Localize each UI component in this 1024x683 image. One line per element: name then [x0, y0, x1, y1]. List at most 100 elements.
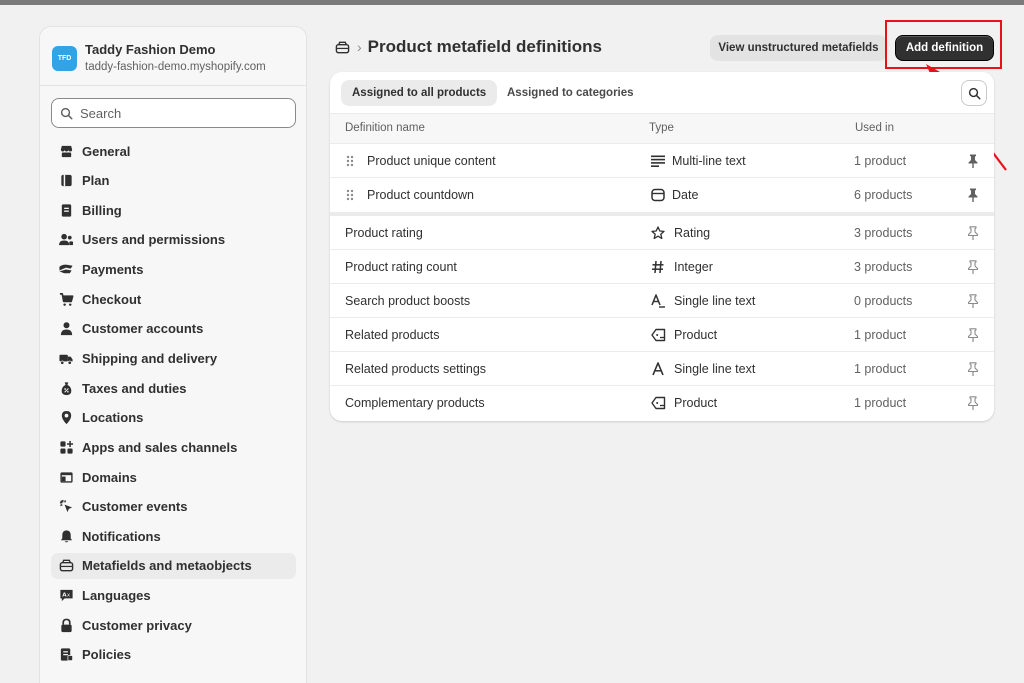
table-row[interactable]: Complementary products Product 1 product	[330, 386, 994, 420]
sidebar-item-customer-accounts[interactable]: Customer accounts	[51, 316, 296, 342]
text-list-icon	[650, 293, 666, 309]
used-in: 3 products	[854, 226, 913, 240]
globe-icon	[58, 469, 74, 485]
sidebar-item-taxes[interactable]: Taxes and duties	[51, 375, 296, 401]
sidebar-item-policies[interactable]: Policies	[51, 642, 296, 668]
definition-type: Date	[672, 188, 699, 202]
sidebar-item-label: Taxes and duties	[82, 380, 187, 396]
sidebar-item-notifications[interactable]: Notifications	[51, 523, 296, 549]
pin-outline-icon[interactable]	[965, 327, 981, 343]
sidebar-item-label: Users and permissions	[82, 232, 226, 248]
sidebar-item-users[interactable]: Users and permissions	[51, 227, 296, 253]
product-tag-icon	[650, 395, 666, 411]
store-avatar: TFD	[52, 46, 77, 71]
definition-name: Product unique content	[367, 154, 496, 168]
search-icon	[968, 87, 981, 100]
store-header[interactable]: TFD Taddy Fashion Demo taddy-fashion-dem…	[40, 27, 306, 86]
sidebar-item-label: Payments	[82, 262, 144, 278]
table-row[interactable]: Product unique content Multi-line text 1…	[330, 144, 994, 178]
apps-icon	[58, 439, 74, 455]
used-in: 6 products	[854, 188, 913, 202]
used-in: 1 product	[854, 396, 907, 410]
sidebar-item-languages[interactable]: Ax Languages	[51, 583, 296, 609]
tab-assigned-to-categories[interactable]: Assigned to categories	[496, 80, 645, 106]
sidebar-item-label: Metafields and metaobjects	[82, 558, 252, 574]
sidebar-item-general[interactable]: General	[51, 138, 296, 164]
table-row[interactable]: Product rating count Integer 3 products	[330, 250, 994, 284]
table-row[interactable]: Search product boosts Single line text 0…	[330, 284, 994, 318]
calendar-icon	[650, 187, 666, 203]
sidebar-item-label: Plan	[82, 173, 110, 189]
sidebar-item-label: Customer accounts	[82, 321, 204, 337]
definition-name: Product countdown	[367, 188, 475, 202]
used-in: 0 products	[854, 294, 913, 308]
definition-type: Multi-line text	[672, 154, 746, 168]
definitions-card: Assigned to all products Assigned to cat…	[330, 72, 994, 421]
column-header-type[interactable]: Type	[649, 122, 674, 134]
used-in: 1 product	[854, 154, 907, 168]
sidebar-item-customer-events[interactable]: Customer events	[51, 494, 296, 520]
breadcrumb: › Product metafield definitions	[335, 36, 602, 58]
person-icon	[58, 321, 74, 337]
used-in: 3 products	[854, 260, 913, 274]
definition-name: Related products	[345, 328, 440, 342]
table-row[interactable]: Related products settings Single line te…	[330, 352, 994, 386]
sidebar-item-payments[interactable]: Payments	[51, 257, 296, 283]
pin-outline-icon[interactable]	[965, 395, 981, 411]
table-row[interactable]: Related products Product 1 product	[330, 318, 994, 352]
sidebar-item-label: Shipping and delivery	[82, 350, 218, 366]
sidebar-item-shipping[interactable]: Shipping and delivery	[51, 345, 296, 371]
pin-outline-icon[interactable]	[965, 361, 981, 377]
text-icon	[650, 361, 666, 377]
policy-icon	[58, 647, 74, 663]
metafields-icon	[58, 558, 74, 574]
metafields-icon[interactable]	[335, 39, 351, 55]
sidebar-item-locations[interactable]: Locations	[51, 405, 296, 431]
tab-assigned-to-all-products[interactable]: Assigned to all products	[341, 80, 498, 106]
search-input[interactable]	[80, 104, 280, 122]
definition-name: Search product boosts	[345, 294, 471, 308]
sidebar-item-plan[interactable]: Plan	[51, 168, 296, 194]
table-row[interactable]: Product rating Rating 3 products	[330, 216, 994, 250]
definition-name: Complementary products	[345, 396, 485, 410]
drag-handle-icon[interactable]	[346, 155, 354, 167]
tax-icon	[58, 380, 74, 396]
view-unstructured-metafields-button[interactable]: View unstructured metafields	[710, 35, 887, 61]
drag-handle-icon[interactable]	[346, 189, 354, 201]
sidebar-item-billing[interactable]: Billing	[51, 197, 296, 223]
svg-text:x: x	[66, 593, 69, 599]
sidebar-item-checkout[interactable]: Checkout	[51, 286, 296, 312]
settings-sidebar: TFD Taddy Fashion Demo taddy-fashion-dem…	[39, 26, 307, 683]
sidebar-item-domains[interactable]: Domains	[51, 464, 296, 490]
multiline-text-icon	[650, 153, 666, 169]
store-domain: taddy-fashion-demo.myshopify.com	[85, 61, 266, 73]
column-header-definition-name[interactable]: Definition name	[345, 122, 425, 134]
sidebar-item-label: Domains	[82, 469, 137, 485]
sidebar-item-apps[interactable]: Apps and sales channels	[51, 434, 296, 460]
pin-filled-icon[interactable]	[965, 153, 981, 169]
definition-name: Product rating count	[345, 260, 457, 274]
pin-outline-icon[interactable]	[965, 293, 981, 309]
sidebar-item-label: Customer privacy	[82, 617, 192, 633]
pin-filled-icon[interactable]	[965, 187, 981, 203]
billing-icon	[58, 202, 74, 218]
definition-name: Product rating	[345, 226, 423, 240]
sidebar-item-metafields[interactable]: Metafields and metaobjects	[51, 552, 296, 579]
column-header-used-in[interactable]: Used in	[855, 122, 894, 134]
settings-search	[51, 98, 296, 128]
sidebar-item-label: General	[82, 143, 131, 159]
search-icon	[60, 107, 73, 120]
cart-icon	[58, 291, 74, 307]
store-name: Taddy Fashion Demo	[85, 42, 216, 57]
pin-outline-icon[interactable]	[965, 259, 981, 275]
store-icon	[58, 143, 74, 159]
pin-outline-icon[interactable]	[965, 225, 981, 241]
truck-icon	[58, 350, 74, 366]
table-row[interactable]: Product countdown Date 6 products	[330, 178, 994, 216]
product-tag-icon	[650, 327, 666, 343]
chevron-right-icon: ›	[357, 39, 362, 55]
sidebar-item-label: Policies	[82, 647, 132, 663]
sidebar-item-label: Billing	[82, 202, 122, 218]
sidebar-item-customer-privacy[interactable]: Customer privacy	[51, 612, 296, 638]
table-search-button[interactable]	[961, 80, 987, 106]
